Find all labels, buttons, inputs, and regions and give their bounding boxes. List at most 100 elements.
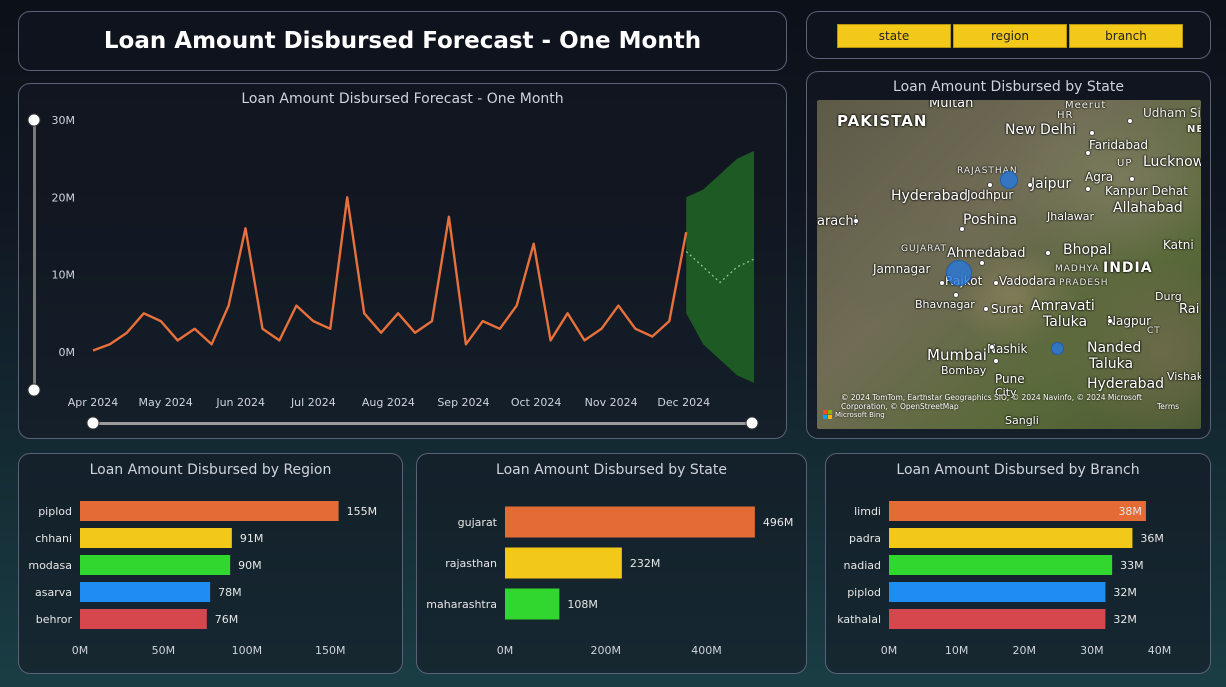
bar[interactable]	[80, 501, 339, 521]
map-label-madhya: MADHYA	[1055, 264, 1100, 274]
state-bar-chart: gujarat 496M rajasthan 232M maharashtra 108M 0…	[426, 506, 793, 657]
city-marker	[953, 292, 959, 298]
slicer-panel: state region branch	[806, 11, 1211, 59]
map-credit: © 2024 TomTom, Earthstar Geographics SIO…	[841, 393, 1142, 411]
bar[interactable]	[505, 506, 755, 538]
city-marker	[979, 260, 985, 266]
city-marker	[939, 280, 945, 286]
bar[interactable]	[889, 555, 1113, 575]
map-label-multan: Multan	[929, 100, 974, 111]
data-label: 36M	[1140, 532, 1164, 545]
map-label-lucknow: Lucknow	[1143, 154, 1201, 170]
data-label: 90M	[238, 559, 262, 572]
rajasthan-bubble[interactable]	[1000, 171, 1018, 189]
category-label: behror	[36, 613, 73, 626]
x-tick-label: Apr 2024	[68, 396, 119, 409]
bar[interactable]	[505, 588, 560, 620]
map-terms-link[interactable]: Terms	[1157, 402, 1179, 411]
map-label-jaipur: Jaipur	[1031, 176, 1072, 192]
gujarat-bubble[interactable]	[946, 260, 972, 286]
horizontal-zoom-track[interactable]	[93, 422, 753, 425]
x-tick-label: 100M	[232, 644, 263, 657]
map-label-pune: Pune	[995, 372, 1025, 386]
data-label: 108M	[567, 598, 598, 611]
forecast-confidence-band	[686, 150, 754, 383]
slicer-region-button[interactable]: region	[953, 24, 1067, 48]
bar[interactable]	[505, 547, 622, 579]
map-label-hyderabad-in: Hyderabad	[1087, 376, 1164, 392]
x-tick-label: Oct 2024	[511, 396, 562, 409]
state-chart-card: Loan Amount Disbursed by State gujarat 49…	[416, 453, 807, 674]
horizontal-zoom-handle-left[interactable]	[86, 416, 100, 430]
slicer-state-button[interactable]: state	[837, 24, 951, 48]
map-label-hr: HR	[1057, 110, 1074, 121]
map-label-nanded: Nanded	[1087, 340, 1142, 356]
map-label-ct: CT	[1147, 326, 1161, 336]
city-marker	[1085, 150, 1091, 156]
map-label-nagpur: Nagpur	[1107, 314, 1152, 328]
map-label-faridabad: Faridabad	[1089, 138, 1148, 152]
map-label-ahmedabad: Ahmedabad	[947, 246, 1026, 261]
map-label-surat: Surat	[991, 302, 1024, 316]
map-label-bhopal: Bhopal	[1063, 242, 1112, 258]
city-marker	[1089, 130, 1095, 136]
x-tick-label: Sep 2024	[437, 396, 489, 409]
slicer-branch-button[interactable]: branch	[1069, 24, 1183, 48]
category-label: piplod	[847, 586, 881, 599]
x-tick-label: 50M	[152, 644, 176, 657]
city-marker	[853, 218, 859, 224]
city-marker	[1045, 250, 1051, 256]
map-label-hyderabad-pk: Hyderabad	[891, 188, 968, 204]
map-label-pradesh: PRADESH	[1059, 278, 1109, 288]
branch-chart-card: Loan Amount Disbursed by Branch limdi 38M…	[825, 453, 1211, 674]
state-map[interactable]: Multan Meerut Udham Sing PAKISTAN HR New…	[817, 100, 1201, 429]
x-tick-label: 0M	[497, 644, 514, 657]
bar[interactable]	[80, 609, 207, 629]
map-label-kanpur: Kanpur Dehat	[1105, 184, 1188, 198]
city-marker	[1129, 176, 1135, 182]
map-label-gujarat: GUJARAT	[901, 244, 948, 254]
x-tick-label: Nov 2024	[585, 396, 638, 409]
map-label-agra: Agra	[1085, 170, 1114, 184]
category-label: chhani	[35, 532, 72, 545]
title-card: Loan Amount Disbursed Forecast - One Mon…	[18, 11, 787, 71]
bar[interactable]	[80, 528, 232, 548]
city-marker	[993, 358, 999, 364]
map-label-india: INDIA	[1103, 260, 1153, 276]
bar[interactable]	[80, 555, 231, 575]
city-marker	[1085, 186, 1091, 192]
category-label: nadiad	[844, 559, 881, 572]
map-label-durg: Durg	[1155, 290, 1182, 303]
x-tick-label: 40M	[1148, 644, 1172, 657]
page-title: Loan Amount Disbursed Forecast - One Mon…	[103, 28, 702, 54]
category-label: gujarat	[458, 516, 498, 529]
actual-series-line	[92, 196, 688, 352]
vertical-zoom-track[interactable]	[33, 120, 36, 390]
bar[interactable]	[889, 528, 1133, 548]
city-marker	[1027, 182, 1033, 188]
map-label-katni: Katni	[1163, 238, 1194, 252]
city-marker	[993, 280, 999, 286]
map-label-bombay: Bombay	[941, 364, 987, 377]
map-label-amravati: Amravati	[1031, 298, 1095, 314]
x-tick-label: Jun 2024	[215, 396, 265, 409]
map-label-mumbai: Mumbai	[927, 346, 987, 364]
bar[interactable]	[889, 501, 1146, 521]
category-label: modasa	[28, 559, 72, 572]
city-marker	[1107, 318, 1113, 324]
bar[interactable]	[889, 582, 1106, 602]
forecast-chart: 30M 20M 10M 0M Apr 2024 May 2024 Jun 2024 Jul …	[27, 113, 759, 430]
bar[interactable]	[80, 582, 211, 602]
map-label-vadodara: Vadodara	[999, 274, 1056, 288]
x-tick-label: 200M	[590, 644, 621, 657]
vertical-zoom-handle-bottom[interactable]	[27, 383, 41, 397]
city-marker	[983, 306, 989, 312]
bar[interactable]	[889, 609, 1106, 629]
region-bar-chart: piplod 155M chhani 91M modasa 90M asarva 78M beh…	[28, 501, 377, 657]
vertical-zoom-handle-top[interactable]	[27, 113, 41, 127]
horizontal-zoom-handle-right[interactable]	[745, 416, 759, 430]
map-label-up: UP	[1117, 158, 1133, 169]
maharashtra-bubble[interactable]	[1051, 342, 1064, 355]
map-label-new-delhi: New Delhi	[1005, 122, 1077, 138]
map-label-pakistan: PAKISTAN	[837, 112, 928, 130]
